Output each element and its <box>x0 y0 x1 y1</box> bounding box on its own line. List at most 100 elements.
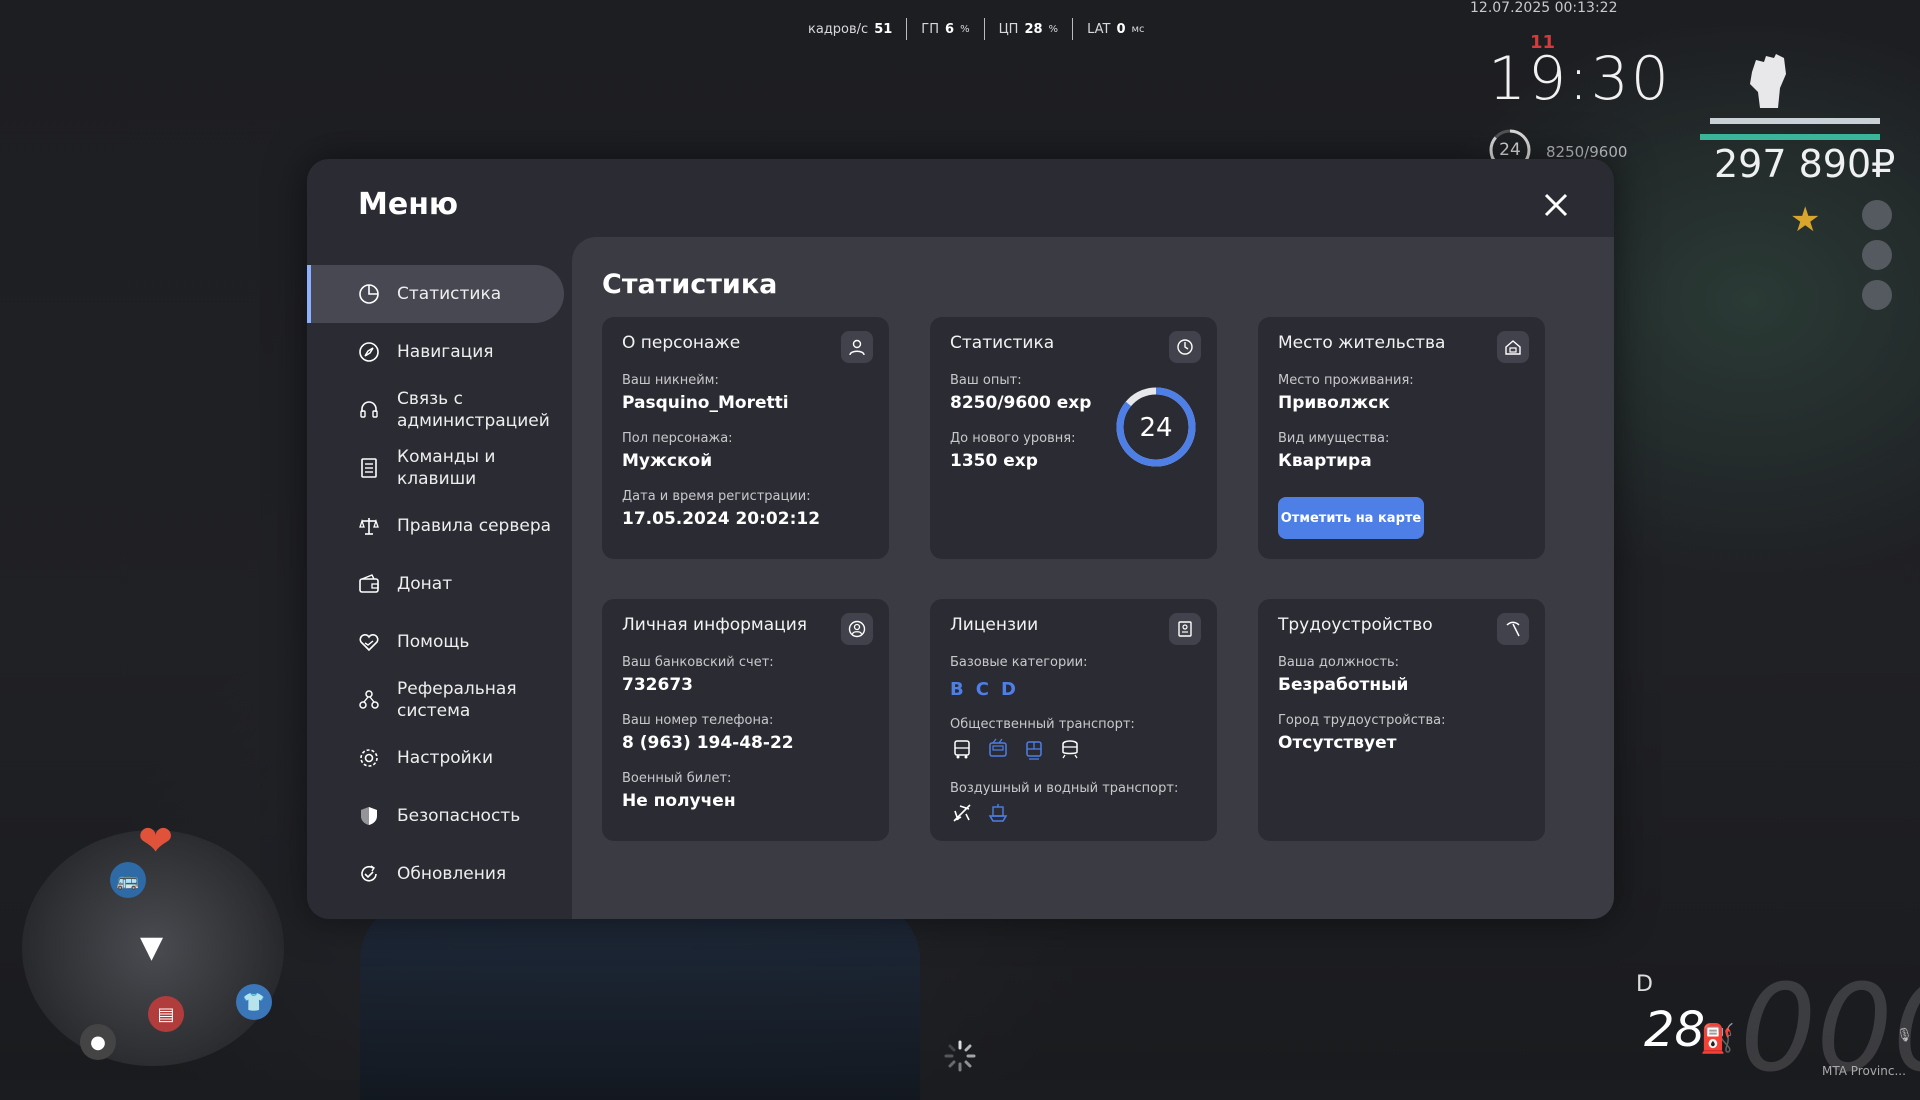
place-value: Приволжск <box>1278 393 1390 413</box>
sidebar-item-navigation[interactable]: Навигация <box>307 323 564 381</box>
page-title: Статистика <box>602 269 778 300</box>
sidebar-item-statistics[interactable]: Статистика <box>307 265 564 323</box>
speedometer: 000 <box>1740 960 1920 1099</box>
sidebar-item-label: Навигация <box>397 342 494 362</box>
shop-icon: ▤ <box>148 996 184 1032</box>
fist-icon <box>1750 54 1786 108</box>
sidebar-item-settings[interactable]: Настройки <box>307 729 564 787</box>
level-value: 24 <box>1139 413 1172 443</box>
air-water-transport-icons <box>950 801 1010 825</box>
sidebar-item-label: Настройки <box>397 748 494 768</box>
shield-icon <box>357 804 381 828</box>
sidebar-item-label: Правила сервера <box>397 516 552 536</box>
sidebar-item-server-rules[interactable]: Правила сервера <box>307 497 564 555</box>
base-categories-label: Базовые категории: <box>950 655 1088 670</box>
pie-chart-icon <box>357 282 381 306</box>
job-city-label: Город трудоустройства: <box>1278 713 1446 728</box>
sidebar-item-referral[interactable]: Реферальная система <box>307 671 564 729</box>
document-icon <box>357 456 381 480</box>
pickaxe-icon <box>1497 613 1529 645</box>
military-value: Не получен <box>622 791 736 811</box>
level-progress-ring: 24 <box>1116 387 1196 467</box>
reg-label: Дата и время регистрации: <box>622 489 811 504</box>
microphone-icon: 🎙 <box>1896 1028 1913 1043</box>
clothes-icon: 👕 <box>236 984 272 1020</box>
gpu-value: 6 <box>945 21 955 37</box>
lat-value: 0 <box>1116 21 1126 37</box>
sidebar-item-commands[interactable]: Команды и клавиши <box>307 439 564 497</box>
player-avatars <box>1862 200 1892 310</box>
public-transport-icons <box>950 737 1082 761</box>
armor-bar <box>1700 134 1880 140</box>
wanted-star-icon: ★ <box>1790 200 1821 240</box>
mark-on-map-button[interactable]: Отметить на карте <box>1278 497 1424 539</box>
sidebar-item-label: Обновления <box>397 864 507 884</box>
sidebar-item-label: Донат <box>397 574 453 594</box>
sidebar-item-label: Команды и клавиши <box>397 447 496 489</box>
datetime: 12.07.2025 00:13:22 <box>1470 0 1618 16</box>
sidebar-item-label: Помощь <box>397 632 470 652</box>
license-category: C <box>975 679 989 700</box>
phone-label: Ваш номер телефона: <box>622 713 774 728</box>
personal-info-card: Личная информация Ваш банковский счет: 7… <box>602 599 889 841</box>
player-arrow-icon: ▼ <box>140 930 164 965</box>
boat-icon <box>986 801 1010 825</box>
close-icon[interactable] <box>1538 187 1574 223</box>
card-title: Статистика <box>950 333 1055 353</box>
gpu-label: ГП <box>921 21 940 37</box>
employment-card: Трудоустройство Ваша должность: Безработ… <box>1258 599 1545 841</box>
gender-label: Пол персонажа: <box>622 431 733 446</box>
card-title: Личная информация <box>622 615 808 635</box>
license-category: B <box>950 679 964 700</box>
avatar <box>1862 240 1892 270</box>
property-type-value: Квартира <box>1278 451 1372 471</box>
money: 297 890₽ <box>1714 142 1896 186</box>
scales-icon <box>357 514 381 538</box>
sidebar-item-admin-contact[interactable]: Связь с администрацией <box>307 381 564 439</box>
bank-label: Ваш банковский счет: <box>622 655 774 670</box>
network-icon <box>357 688 381 712</box>
heart-icon: ❤ <box>138 816 174 865</box>
loading-spinner-icon <box>944 1040 976 1072</box>
sidebar-item-donate[interactable]: Донат <box>307 555 564 613</box>
card-title: О персонаже <box>622 333 741 353</box>
health-bar <box>1710 118 1880 124</box>
bank-value: 732673 <box>622 675 693 695</box>
fps-value: 51 <box>874 21 893 37</box>
sidebar-item-updates[interactable]: Обновления <box>307 845 564 903</box>
cpu-value: 28 <box>1024 21 1043 37</box>
position-value: Безработный <box>1278 675 1409 695</box>
menu-modal: Меню Статистика Навигация Связь с админи… <box>307 159 1614 919</box>
sidebar-item-label: Безопасность <box>397 806 521 826</box>
next-level-value: 1350 exp <box>950 451 1038 471</box>
menu-sidebar: Статистика Навигация Связь с администрац… <box>307 265 564 903</box>
performance-bar: кадров/с 51 ГП 6% ЦП 28% LAT 0 мс <box>794 18 1159 40</box>
residence-card: Место жительства Место проживания: Приво… <box>1258 317 1545 559</box>
id-card-icon <box>1169 613 1201 645</box>
license-categories: B C D <box>950 679 1016 700</box>
train-icon <box>1058 737 1082 761</box>
headset-icon <box>357 398 381 422</box>
refresh-check-icon <box>357 862 381 886</box>
sidebar-item-help[interactable]: Помощь <box>307 613 564 671</box>
bus-stop-icon: 🚌 <box>110 862 146 898</box>
public-transport-label: Общественный транспорт: <box>950 717 1135 732</box>
cpu-label: ЦП <box>998 21 1019 37</box>
fps-label: кадров/с <box>808 21 869 37</box>
gear-indicator: D <box>1636 972 1653 997</box>
property-type-label: Вид имущества: <box>1278 431 1390 446</box>
progress-card: Статистика Ваш опыт: 8250/9600 exp До но… <box>930 317 1217 559</box>
lat-label: LAT <box>1087 21 1111 37</box>
card-title: Место жительства <box>1278 333 1446 353</box>
character-card: О персонаже Ваш никнейм: Pasquino_Morett… <box>602 317 889 559</box>
user-circle-icon <box>841 613 873 645</box>
game-clock: 19:30 <box>1488 44 1671 114</box>
avatar <box>1862 280 1892 310</box>
menu-title: Меню <box>358 187 459 222</box>
gear-icon <box>357 746 381 770</box>
plane-icon <box>950 801 974 825</box>
job-city-value: Отсутствует <box>1278 733 1397 753</box>
sidebar-item-security[interactable]: Безопасность <box>307 787 564 845</box>
phone-value: 8 (963) 194-48-22 <box>622 733 794 753</box>
nick-value: Pasquino_Moretti <box>622 393 789 413</box>
